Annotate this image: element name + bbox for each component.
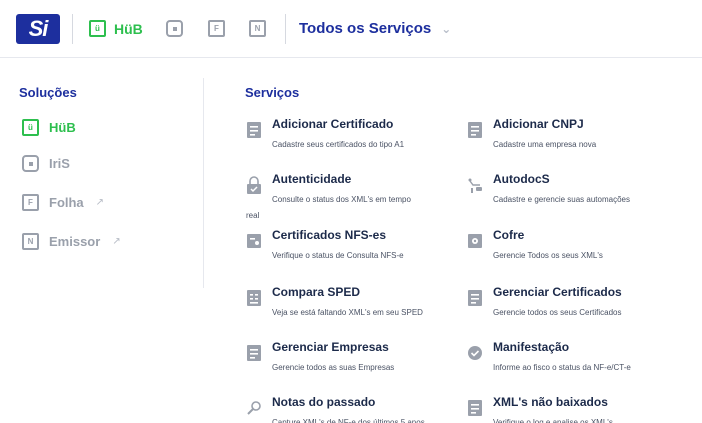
service-description: Cadastre seus certificados do tipo A1 (272, 140, 405, 149)
lock-check-icon (247, 176, 261, 194)
service-name: Gerenciar Certificados (493, 285, 622, 299)
sidebar-item-folha[interactable]: F Folha ↗ (22, 194, 104, 211)
service-description: Capture XML's de NF-e dos últimos 5 anos (272, 418, 425, 423)
sidebar-item-emissor[interactable]: N Emissor ↗ (22, 233, 121, 250)
si-logo[interactable]: Si (16, 14, 60, 44)
hub-icon: ü (89, 20, 106, 37)
folha-icon: F (22, 194, 39, 211)
iris-icon[interactable] (166, 20, 183, 37)
service-name: Compara SPED (272, 285, 361, 299)
service-description: Verifique o log e analise os XML's (493, 418, 613, 423)
logo-text: Si (28, 16, 49, 41)
check-circle-icon (468, 346, 482, 360)
service-name: Notas do passado (272, 395, 376, 409)
sidebar-item-hub[interactable]: ü HüB (22, 119, 76, 136)
service-description: Gerencie todos as suas Empresas (272, 363, 395, 372)
service-name: Adicionar Certificado (272, 117, 394, 131)
document-icon (468, 290, 482, 306)
chevron-down-icon: ⌄ (441, 21, 452, 36)
service-name: AutodocS (493, 172, 550, 186)
sidebar-divider (203, 78, 204, 288)
service-name: Gerenciar Empresas (272, 340, 389, 354)
services-dropdown[interactable]: Todos os Serviços ⌄ (299, 20, 451, 37)
divider (285, 14, 286, 44)
iris-icon (22, 155, 39, 172)
safe-icon (468, 234, 482, 248)
services-title: Serviços (245, 85, 300, 100)
service-name: Autenticidade (272, 172, 352, 186)
services-dropdown-label: Todos os Serviços (299, 20, 432, 37)
external-link-icon: ↗ (95, 197, 105, 208)
document-icon (247, 345, 261, 361)
robot-icon (468, 178, 482, 193)
certificate-icon (247, 234, 261, 248)
service-name: XML's não baixados (493, 395, 608, 409)
sidebar-item-label: Folha (49, 195, 84, 210)
solutions-title: Soluções (19, 85, 77, 100)
sidebar-item-iris[interactable]: IriS (22, 155, 70, 172)
solutions-sidebar: Soluções ü HüB IriS F Folha ↗ N Emissor … (0, 58, 203, 423)
hub-app-button[interactable]: ü HüB (89, 20, 143, 37)
document-icon (468, 122, 482, 138)
external-link-icon: ↗ (112, 236, 121, 247)
sidebar-item-label: IriS (49, 156, 70, 171)
service-name: Manifestação (493, 340, 570, 354)
folha-icon[interactable]: F (208, 20, 225, 37)
service-name: Cofre (493, 228, 525, 242)
service-description: Cadastre uma empresa nova (493, 140, 597, 149)
service-description: Verifique o status de Consulta NFS-e (272, 251, 404, 260)
hub-label: HüB (114, 20, 143, 37)
magnifier-icon (247, 401, 261, 415)
top-bar: Si ü HüB F N Todos os Serviços ⌄ (0, 0, 702, 58)
service-description-continuation: real (246, 211, 260, 220)
hub-icon: ü (22, 119, 39, 136)
service-description: Veja se está faltando XML's em seu SPED (272, 308, 423, 317)
compare-icon (247, 290, 261, 306)
sidebar-item-label: Emissor (49, 234, 101, 249)
service-description: Informe ao fisco o status da NF-e/CT-e (493, 363, 631, 372)
service-description: Gerencie Todos os seus XML's (493, 251, 603, 260)
service-description: Gerencie todos os seus Certificados (493, 308, 622, 317)
emissor-icon[interactable]: N (249, 20, 266, 37)
service-description-line: Consulte o status dos XML's em tempo (272, 195, 411, 204)
service-name: Certificados NFS-es (272, 228, 387, 242)
emissor-icon: N (22, 233, 39, 250)
service-name: Adicionar CNPJ (493, 117, 584, 131)
service-description: Consulte o status dos XML's em tempo rea… (246, 192, 472, 220)
service-description: Cadastre e gerencie suas automações (493, 195, 630, 204)
sidebar-item-label: HüB (49, 120, 76, 135)
divider (72, 14, 73, 44)
document-icon (247, 122, 261, 138)
document-icon (468, 400, 482, 416)
